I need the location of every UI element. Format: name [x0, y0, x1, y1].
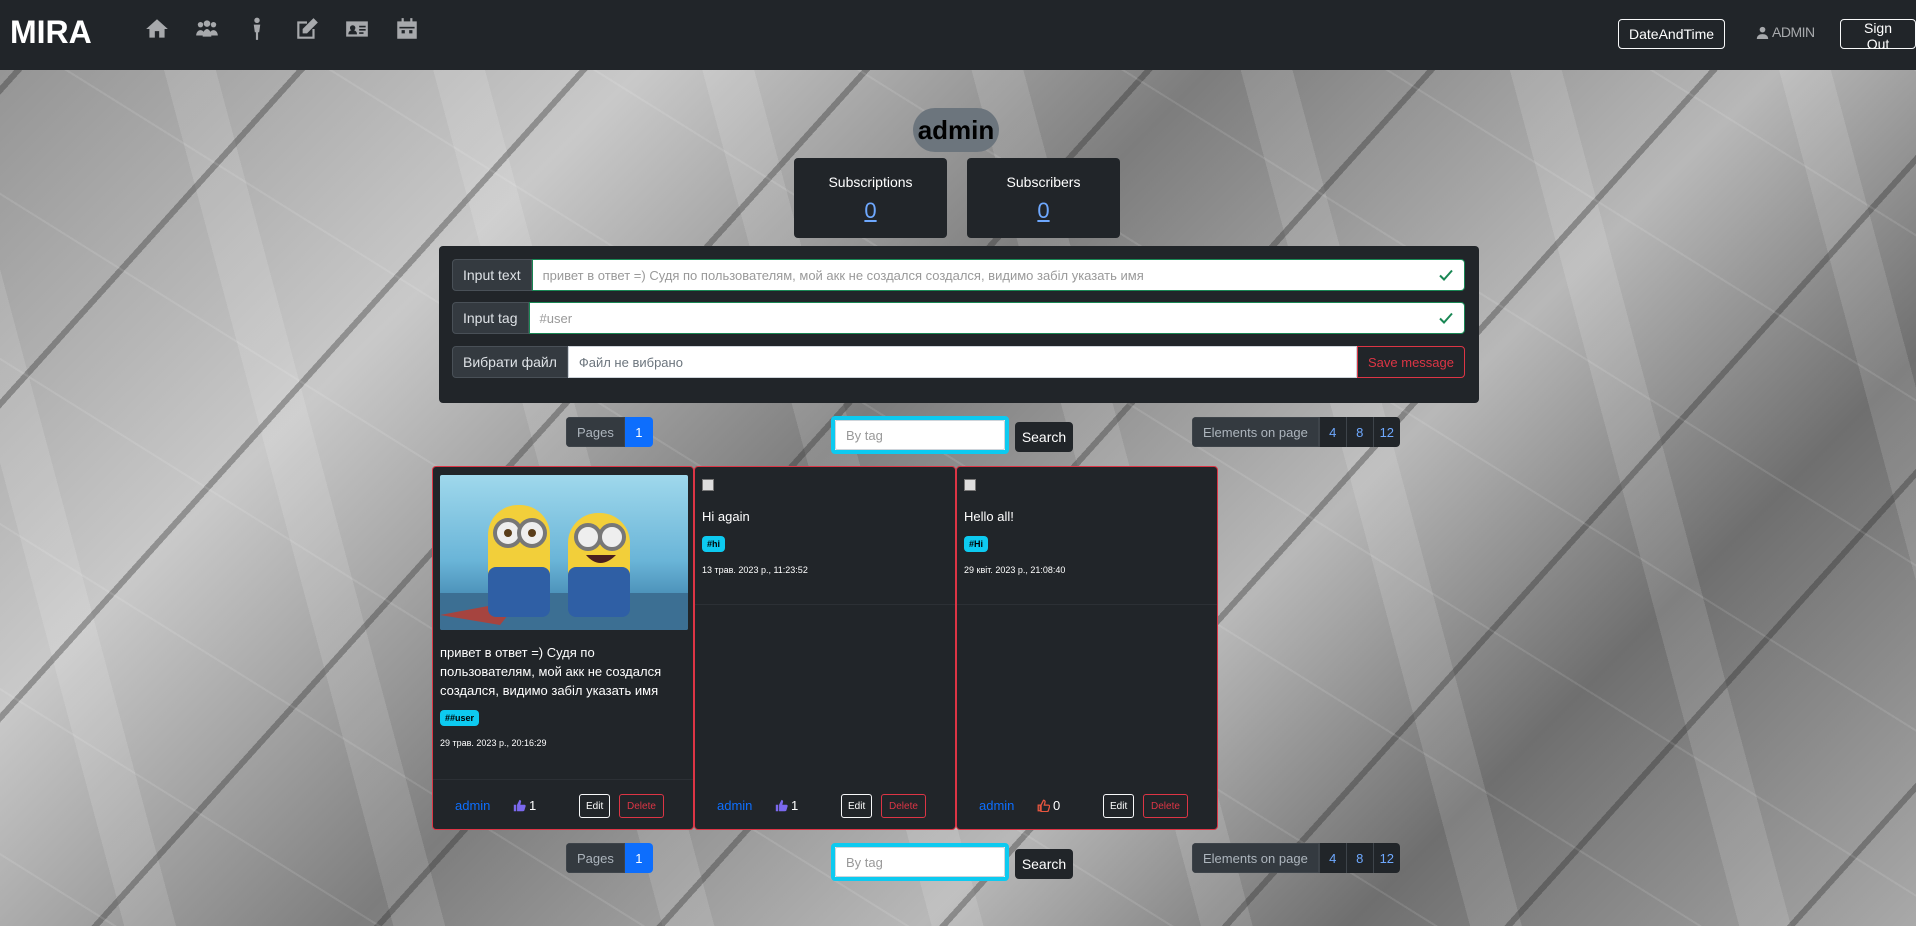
- check-icon: [1439, 312, 1453, 324]
- tag-search-input[interactable]: [835, 420, 1005, 450]
- post-card: Hello all! #Hi 29 квіт. 2023 р., 21:08:4…: [956, 466, 1218, 830]
- subscribers-card: Subscribers 0: [967, 158, 1120, 238]
- pages-label: Pages: [566, 417, 625, 447]
- tag-input-value: #user: [539, 310, 573, 326]
- elements-label: Elements on page: [1192, 417, 1319, 447]
- tag-search-input[interactable]: [835, 847, 1005, 877]
- save-message-button[interactable]: Save message: [1357, 346, 1465, 378]
- tag-input-label: Input tag: [452, 302, 529, 334]
- thumbs-up-outline-icon: [1037, 799, 1050, 812]
- like-button[interactable]: 1: [775, 798, 798, 813]
- page-size-12[interactable]: 12: [1372, 417, 1400, 447]
- text-input[interactable]: привет в ответ =) Судя по пользователям,…: [531, 259, 1465, 291]
- home-icon[interactable]: [132, 14, 182, 44]
- tag-input[interactable]: #user: [528, 302, 1465, 334]
- calendar-icon[interactable]: [382, 14, 432, 44]
- user-link[interactable]: ADMIN: [1756, 24, 1815, 40]
- post-date: 29 квіт. 2023 р., 21:08:40: [964, 565, 1066, 575]
- tag-search-wrapper: [831, 843, 1009, 881]
- message-form: Input text привет в ответ =) Судя по пол…: [439, 246, 1479, 403]
- like-count: 1: [529, 798, 537, 813]
- page-1-button[interactable]: 1: [624, 417, 653, 447]
- id-card-icon[interactable]: [332, 14, 382, 44]
- choose-file-button[interactable]: Вибрати файл: [452, 346, 568, 378]
- broken-image-icon: [964, 479, 976, 491]
- broken-image-icon: [702, 479, 714, 491]
- delete-button[interactable]: Delete: [881, 794, 926, 818]
- datetime-button[interactable]: DateAndTime: [1618, 19, 1726, 49]
- elements-per-page-bottom: Elements on page 4 8 12: [1192, 843, 1400, 873]
- like-button[interactable]: 0: [1037, 798, 1060, 813]
- search-button[interactable]: Search: [1015, 422, 1073, 452]
- post-footer: admin 1 Edit Delete: [433, 794, 693, 818]
- page-size-8[interactable]: 8: [1345, 843, 1373, 873]
- edit-button[interactable]: Edit: [579, 794, 611, 818]
- text-input-group: Input text привет в ответ =) Судя по пол…: [452, 259, 1465, 291]
- divider: [957, 604, 1217, 605]
- brand-logo[interactable]: MIRA: [10, 14, 92, 51]
- post-author-link[interactable]: admin: [717, 798, 752, 813]
- delete-button[interactable]: Delete: [619, 794, 664, 818]
- elements-per-page-top: Elements on page 4 8 12: [1192, 417, 1400, 447]
- thumbs-up-icon: [775, 799, 788, 812]
- edit-button[interactable]: Edit: [841, 794, 873, 818]
- post-tag[interactable]: ##user: [440, 710, 480, 726]
- tag-search-wrapper: [831, 416, 1009, 454]
- search-button[interactable]: Search: [1015, 849, 1073, 879]
- tag-input-group: Input tag #user: [452, 302, 1465, 334]
- sign-out-button[interactable]: Sign Out: [1840, 19, 1916, 52]
- navbar: MIRA DateAndTime ADMIN Sign Out: [0, 0, 1916, 70]
- elements-label: Elements on page: [1192, 843, 1319, 873]
- post-text: Hello all!: [964, 509, 1014, 524]
- like-count: 1: [791, 798, 799, 813]
- subscribers-count-link[interactable]: 0: [967, 198, 1120, 224]
- post-text: привет в ответ =) Судя по пользователям,…: [440, 645, 662, 698]
- like-button[interactable]: 1: [513, 798, 536, 813]
- page-size-4[interactable]: 4: [1318, 417, 1346, 447]
- like-count: 0: [1053, 798, 1061, 813]
- text-input-value: привет в ответ =) Судя по пользователям,…: [542, 267, 1144, 283]
- pages-label: Pages: [566, 843, 625, 873]
- divider: [695, 604, 955, 605]
- page-size-8[interactable]: 8: [1345, 417, 1373, 447]
- thumbs-up-icon: [513, 799, 526, 812]
- post-text: Hi again: [702, 509, 750, 524]
- profile-username-badge: admin: [913, 108, 999, 152]
- edit-icon[interactable]: [282, 14, 332, 44]
- post-tag[interactable]: #Hi: [964, 536, 989, 552]
- subscriptions-count-link[interactable]: 0: [794, 198, 947, 224]
- post-tag[interactable]: #hi: [702, 536, 726, 552]
- page-size-12[interactable]: 12: [1372, 843, 1400, 873]
- subscriptions-label: Subscriptions: [828, 174, 913, 190]
- file-input-group: Вибрати файл Файл не вибрано Save messag…: [452, 346, 1465, 378]
- pagination-bottom: Pages 1: [566, 843, 653, 873]
- person-icon[interactable]: [232, 14, 282, 44]
- subscriptions-card: Subscriptions 0: [794, 158, 947, 238]
- check-icon: [1439, 269, 1453, 281]
- post-author-link[interactable]: admin: [455, 798, 490, 813]
- user-name: ADMIN: [1772, 24, 1815, 40]
- page-size-4[interactable]: 4: [1318, 843, 1346, 873]
- post-author-link[interactable]: admin: [979, 798, 1014, 813]
- page-1-button[interactable]: 1: [624, 843, 653, 873]
- post-card: Hi again #hi 13 трав. 2023 р., 11:23:52 …: [694, 466, 956, 830]
- post-card: привет в ответ =) Судя по пользователям,…: [432, 466, 694, 830]
- file-name-field[interactable]: Файл не вибрано: [567, 346, 1357, 378]
- divider: [433, 779, 693, 780]
- post-date: 13 трав. 2023 р., 11:23:52: [702, 565, 808, 575]
- text-input-label: Input text: [452, 259, 532, 291]
- user-icon: [1756, 26, 1769, 39]
- post-footer: admin 1 Edit Delete: [695, 794, 955, 818]
- nav-icons: [132, 14, 432, 44]
- post-date: 29 трав. 2023 р., 20:16:29: [440, 738, 547, 748]
- subscribers-label: Subscribers: [1006, 174, 1081, 190]
- pagination-top: Pages 1: [566, 417, 653, 447]
- post-image: [440, 475, 688, 630]
- delete-button[interactable]: Delete: [1143, 794, 1188, 818]
- people-icon[interactable]: [182, 14, 232, 44]
- post-footer: admin 0 Edit Delete: [957, 794, 1217, 818]
- edit-button[interactable]: Edit: [1103, 794, 1135, 818]
